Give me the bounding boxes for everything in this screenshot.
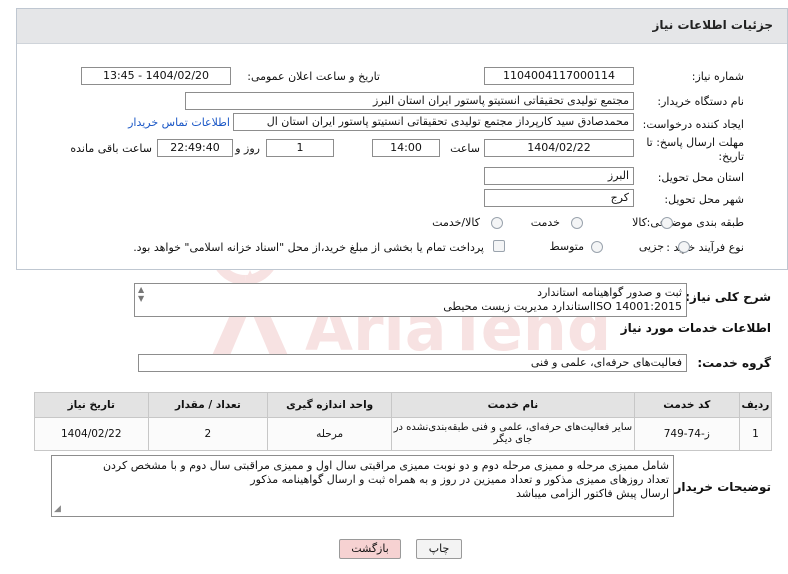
remaining-time-field[interactable]: 22:49:40 xyxy=(157,139,233,157)
buyer-notes-line-2: تعداد روزهای ممیزی مذکور و تعداد ممیزین … xyxy=(250,473,669,486)
need-number-label: شماره نیاز: xyxy=(691,70,744,83)
category-goods-service-label: کالا/خدمت xyxy=(432,216,480,229)
need-number-field[interactable]: 1104004117000114 xyxy=(484,67,634,85)
panel-header: جزئیات اطلاعات نیاز xyxy=(17,9,787,44)
process-medium-radio[interactable] xyxy=(591,241,603,253)
deadline-time-field[interactable]: 14:00 xyxy=(372,139,440,157)
col-row-header: ردیف xyxy=(738,392,773,418)
cell-unit: مرحله xyxy=(267,417,393,451)
province-field[interactable]: البرز xyxy=(484,167,634,185)
category-goods-radio[interactable] xyxy=(661,217,673,229)
days-label: روز و xyxy=(235,142,260,155)
creator-label: ایجاد کننده درخواست: xyxy=(642,118,744,131)
creator-field[interactable]: محمدصادق سید کارپرداز مجتمع تولیدی تحقیق… xyxy=(233,113,634,131)
buyer-contact-link[interactable]: اطلاعات تماس خریدار xyxy=(128,116,230,129)
buyer-notes-line-1: شامل ممیزی مرحله و ممیزی مرحله دوم و دو … xyxy=(102,459,669,472)
summary-line-1: ثبت و صدور گواهینامه استاندارد xyxy=(537,286,682,299)
days-remaining-field[interactable]: 1 xyxy=(266,139,334,157)
deadline-time-label: ساعت xyxy=(450,142,480,155)
category-goods-label: کالا xyxy=(632,216,647,229)
buyer-notes-textarea[interactable]: شامل ممیزی مرحله و ممیزی مرحله دوم و دو … xyxy=(51,455,674,517)
col-date-header: تاریخ نیاز xyxy=(34,392,149,418)
buyer-notes-label: توضیحات خریدار: xyxy=(669,480,771,494)
category-service-radio[interactable] xyxy=(571,217,583,229)
cell-qty: 2 xyxy=(147,417,269,451)
category-goods-service-radio[interactable] xyxy=(491,217,503,229)
city-label: شهر محل تحویل: xyxy=(664,193,744,206)
summary-line-2: ISO 14001:2015استاندارد مدیریت زیست محیط… xyxy=(443,300,682,313)
services-section-title: اطلاعات خدمات مورد نیاز xyxy=(620,321,771,335)
deadline-date-label: تاریخ: xyxy=(718,150,744,163)
cell-row: 1 xyxy=(738,417,773,451)
col-code-header: کد خدمت xyxy=(633,392,740,418)
deadline-label: مهلت ارسال پاسخ: تا xyxy=(646,136,744,149)
panel-title: جزئیات اطلاعات نیاز xyxy=(652,18,773,32)
back-button[interactable]: بازگشت xyxy=(339,539,401,559)
service-group-field[interactable]: فعالیت‌های حرفه‌ای، علمی و فنی xyxy=(138,354,687,372)
buyer-notes-line-3: ارسال پیش فاکتور الزامی میباشد xyxy=(516,487,669,500)
treasury-payment-note: پرداخت تمام یا بخشی از مبلغ خرید،از محل … xyxy=(133,241,484,254)
process-minor-label: جزیی xyxy=(638,240,664,253)
remaining-time-label: ساعت باقی مانده xyxy=(70,142,152,155)
treasury-payment-checkbox[interactable] xyxy=(493,240,505,252)
deadline-date-field[interactable]: 1404/02/22 xyxy=(484,139,634,157)
process-minor-radio[interactable] xyxy=(678,241,690,253)
summary-textarea[interactable]: ثبت و صدور گواهینامه استاندارد ISO 14001… xyxy=(134,283,687,317)
province-label: استان محل تحویل: xyxy=(657,171,744,184)
announce-date-field[interactable]: 1404/02/20 - 13:45 xyxy=(81,67,231,85)
table-header-row: ردیف کد خدمت نام خدمت واحد اندازه گیری ت… xyxy=(34,392,773,418)
announce-date-label: تاریخ و ساعت اعلان عمومی: xyxy=(247,70,380,83)
cell-name: سایر فعالیت‌های حرفه‌ای، علمی و فنی طبقه… xyxy=(391,417,635,451)
cell-date: 1404/02/22 xyxy=(34,417,149,451)
buyer-org-label: نام دستگاه خریدار: xyxy=(657,95,744,108)
scroll-arrows-icon: ▲ ▼ xyxy=(138,285,145,303)
table-row[interactable]: 1 ز-74-749 سایر فعالیت‌های حرفه‌ای، علمی… xyxy=(34,417,773,451)
col-qty-header: تعداد / مقدار xyxy=(147,392,269,418)
summary-label: شرح کلی نیاز: xyxy=(685,290,771,304)
city-field[interactable]: کرج xyxy=(484,189,634,207)
category-service-label: خدمت xyxy=(530,216,560,229)
services-table: ردیف کد خدمت نام خدمت واحد اندازه گیری ت… xyxy=(34,392,773,451)
process-medium-label: متوسط xyxy=(549,240,584,253)
resize-grip-icon: ◢ xyxy=(54,504,61,514)
buyer-org-field[interactable]: مجتمع تولیدی تحقیقاتی انستیتو پاستور ایر… xyxy=(185,92,634,110)
col-name-header: نام خدمت xyxy=(391,392,635,418)
col-unit-header: واحد اندازه گیری xyxy=(267,392,393,418)
cell-code: ز-74-749 xyxy=(633,417,740,451)
service-group-label: گروه خدمت: xyxy=(697,356,771,370)
print-button[interactable]: چاپ xyxy=(416,539,462,559)
